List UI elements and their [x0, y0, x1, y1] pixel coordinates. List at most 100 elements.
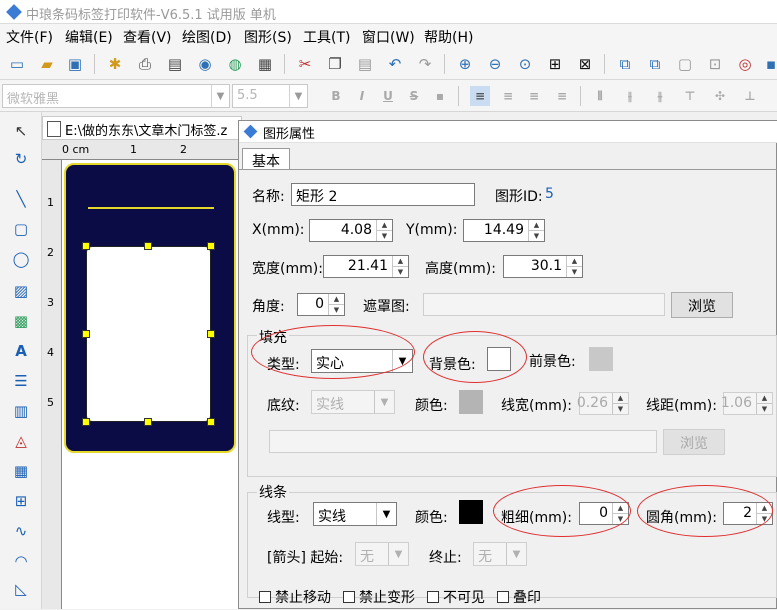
dialog-title-bar[interactable]: 图形属性 — [239, 121, 777, 143]
undo-icon[interactable]: ↶ — [384, 53, 406, 75]
grid-tool-icon[interactable]: ⊞ — [10, 490, 32, 512]
database-icon[interactable]: ◉ — [194, 53, 216, 75]
resize-handle[interactable] — [82, 242, 90, 250]
select-arrow-icon[interactable]: ↖ — [10, 120, 32, 142]
menu-shape[interactable]: 图形(S) — [244, 27, 292, 47]
menu-tools[interactable]: 工具(T) — [303, 27, 350, 47]
unlock-icon[interactable]: ⊡ — [704, 53, 726, 75]
width-input[interactable]: 21.41 ▲ ▼ — [323, 255, 409, 278]
name-field[interactable]: 矩形 2 — [291, 183, 475, 206]
zoom-out-icon[interactable]: ⊖ — [484, 53, 506, 75]
group-icon[interactable]: ⧉ — [614, 53, 636, 75]
align-objects-right-icon[interactable]: ⫳ — [650, 86, 670, 106]
menu-file[interactable]: 文件(F) — [6, 27, 53, 47]
align-left-icon[interactable]: ≡ — [470, 86, 490, 106]
resize-handle[interactable] — [207, 418, 215, 426]
print-preview-icon[interactable]: ▤ — [164, 53, 186, 75]
justify-icon[interactable]: ≡ — [552, 86, 572, 106]
width-spinner[interactable]: ▲ ▼ — [392, 256, 408, 277]
picture-tool-icon[interactable]: ▩ — [10, 310, 32, 332]
line-spacing-spinner[interactable]: ▲ ▼ — [756, 393, 772, 414]
fit-width-icon[interactable]: ⊠ — [574, 53, 596, 75]
invisible-checkbox[interactable]: 不可见 — [427, 587, 485, 607]
arrow-end-select[interactable]: 无 ▼ — [473, 542, 527, 566]
eye-icon[interactable]: ◎ — [734, 53, 756, 75]
align-right-icon[interactable]: ≡ — [524, 86, 544, 106]
lock-move-checkbox[interactable]: 禁止移动 — [259, 587, 331, 607]
resize-handle[interactable] — [144, 418, 152, 426]
arrow-start-select[interactable]: 无 ▼ — [355, 542, 409, 566]
rectangle-tool-icon[interactable]: ▢ — [10, 218, 32, 240]
foreground-color-swatch[interactable] — [589, 347, 613, 371]
ellipse-tool-icon[interactable]: ◯ — [10, 248, 32, 270]
line-color-swatch[interactable] — [459, 500, 483, 524]
print-icon[interactable]: ⎙ — [134, 53, 156, 75]
x-spinner[interactable]: ▲ ▼ — [376, 220, 392, 241]
settings-gear-icon[interactable]: ✱ — [104, 53, 126, 75]
font-name-select[interactable]: 微软雅黑 ▼ — [2, 84, 230, 108]
x-input[interactable]: 4.08 ▲ ▼ — [309, 219, 393, 242]
texture-color-swatch[interactable] — [459, 390, 483, 414]
align-objects-center-icon[interactable]: ⫲ — [620, 86, 640, 106]
ungroup-icon[interactable]: ⧉ — [644, 53, 666, 75]
angle-input[interactable]: 0 ▲ ▼ — [297, 293, 345, 316]
height-spinner[interactable]: ▲ ▼ — [566, 256, 582, 277]
arc-tool-icon[interactable]: ◠ — [10, 550, 32, 572]
resize-handle[interactable] — [207, 330, 215, 338]
distribute-icon[interactable]: ✣ — [710, 86, 730, 106]
text-tool-icon[interactable]: A — [10, 340, 32, 362]
save-icon[interactable]: ▣ — [64, 53, 86, 75]
resize-handle[interactable] — [207, 242, 215, 250]
browse-texture-button[interactable]: 浏览 — [663, 429, 725, 455]
menu-help[interactable]: 帮助(H) — [424, 27, 473, 47]
polygon-tool-icon[interactable]: ◺ — [10, 578, 32, 600]
angle-spinner[interactable]: ▲ ▼ — [328, 294, 344, 315]
selected-rectangle-shape[interactable] — [86, 246, 211, 422]
italic-icon[interactable]: I — [352, 86, 372, 106]
image-tool-icon[interactable]: ▨ — [10, 280, 32, 302]
line-tool-icon[interactable]: ╲ — [10, 188, 32, 210]
fit-page-icon[interactable]: ⊞ — [544, 53, 566, 75]
paste-icon[interactable]: ▤ — [354, 53, 376, 75]
line-type-select[interactable]: 实线 ▼ — [313, 502, 397, 526]
menu-view[interactable]: 查看(V) — [123, 27, 172, 47]
font-size-select[interactable]: 5.5 ▼ — [232, 84, 308, 108]
open-folder-icon[interactable]: ▰ — [36, 53, 58, 75]
align-objects-top-icon[interactable]: ⊤ — [680, 86, 700, 106]
line-spacing-input[interactable]: 1.06 ▲ ▼ — [721, 392, 773, 415]
y-spinner[interactable]: ▲ ▼ — [528, 220, 544, 241]
resize-handle[interactable] — [144, 242, 152, 250]
resize-handle[interactable] — [82, 418, 90, 426]
y-input[interactable]: 14.49 ▲ ▼ — [463, 219, 545, 242]
align-objects-left-icon[interactable]: ⫴ — [590, 86, 610, 106]
qrcode-tool-icon[interactable]: ◬ — [10, 430, 32, 452]
rich-text-tool-icon[interactable]: ☰ — [10, 370, 32, 392]
database-settings-icon[interactable]: ◍ — [224, 53, 246, 75]
document-tab[interactable]: E:\做的东东\文章木门标签.z — [42, 116, 242, 140]
overprint-checkbox[interactable]: 叠印 — [497, 587, 541, 607]
more-tools-icon[interactable]: ▪ — [760, 53, 777, 75]
redo-icon[interactable]: ↷ — [414, 53, 436, 75]
menu-window[interactable]: 窗口(W) — [362, 27, 415, 47]
browse-mask-button[interactable]: 浏览 — [671, 292, 733, 318]
strikethrough-icon[interactable]: S — [404, 86, 424, 106]
align-center-icon[interactable]: ≡ — [498, 86, 518, 106]
barcode-tool-icon[interactable]: ▥ — [10, 400, 32, 422]
line-width-spinner[interactable]: ▲ ▼ — [612, 393, 628, 414]
curve-tool-icon[interactable]: ∿ — [10, 520, 32, 542]
line-width-input[interactable]: 0.26 ▲ ▼ — [577, 392, 629, 415]
rotate-icon[interactable]: ↻ — [10, 148, 32, 170]
height-input[interactable]: 30.1 ▲ ▼ — [503, 255, 583, 278]
label-line-shape[interactable] — [88, 207, 214, 209]
lock-resize-checkbox[interactable]: 禁止变形 — [343, 587, 415, 607]
underline-icon[interactable]: U — [378, 86, 398, 106]
texture-select[interactable]: 实线 ▼ — [311, 390, 395, 414]
new-file-icon[interactable]: ▭ — [6, 53, 28, 75]
cut-icon[interactable]: ✂ — [294, 53, 316, 75]
zoom-fit-icon[interactable]: ⊙ — [514, 53, 536, 75]
lock-icon[interactable]: ▢ — [674, 53, 696, 75]
menu-draw[interactable]: 绘图(D) — [182, 27, 232, 47]
grid-icon[interactable]: ▦ — [254, 53, 276, 75]
resize-handle[interactable] — [82, 330, 90, 338]
copy-icon[interactable]: ❐ — [324, 53, 346, 75]
